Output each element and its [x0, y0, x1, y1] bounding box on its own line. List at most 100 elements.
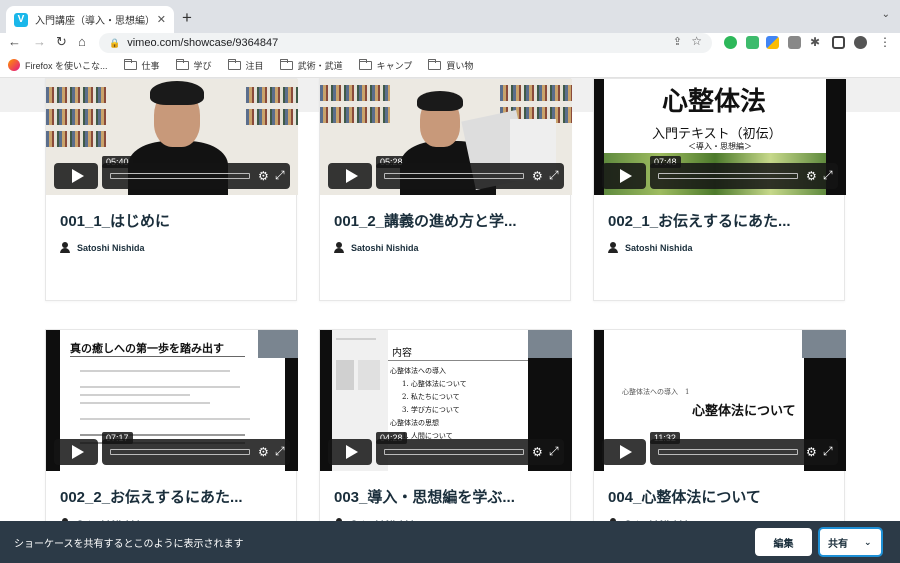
fullscreen-icon[interactable]: ⤢ [823, 168, 833, 182]
video-thumbnail[interactable]: 05:40 ⚙ ⤢ [46, 79, 298, 195]
slide-title: 心整体法について [692, 404, 796, 419]
video-thumbnail[interactable]: 真の癒しへの第一歩を踏み出す 07:17 ⚙ ⤢ [46, 330, 298, 471]
video-title[interactable]: 002_1_お伝えするにあた... [608, 210, 791, 231]
video-owner[interactable]: Satoshi Nishida [608, 242, 693, 253]
video-thumbnail[interactable]: 内容 心整体法への導入 1. 心整体法について 2. 私たちについて 3. 学び… [320, 330, 572, 471]
play-icon [619, 445, 632, 459]
play-button[interactable] [602, 163, 646, 189]
video-owner[interactable]: Satoshi Nishida [60, 242, 145, 253]
bookshelf [320, 107, 390, 123]
browser-menu-icon[interactable]: ⋮ [879, 36, 892, 49]
progress-bar[interactable] [110, 449, 250, 455]
progress-bar[interactable] [384, 449, 524, 455]
reload-icon[interactable]: ↻ [56, 34, 67, 50]
bookmark-folder-work[interactable]: 仕事 [123, 58, 160, 72]
player-controls: ⚙ ⤢ [102, 163, 290, 189]
user-icon [608, 242, 618, 253]
bookmark-folder-learning[interactable]: 学び [175, 58, 212, 72]
settings-gear-icon[interactable]: ⚙ [532, 169, 543, 183]
play-icon [345, 445, 358, 459]
slide-rule [388, 360, 528, 361]
home-icon[interactable]: ⌂ [78, 34, 86, 49]
feedly-extension-icon[interactable] [746, 36, 759, 49]
profile-avatar[interactable] [854, 36, 867, 49]
video-title[interactable]: 004_心整体法について [608, 486, 761, 507]
fullscreen-icon[interactable]: ⤢ [275, 168, 285, 182]
progress-bar[interactable] [110, 173, 250, 179]
settings-gear-icon[interactable]: ⚙ [258, 169, 269, 183]
person-hair [150, 81, 204, 105]
evernote-extension-icon[interactable] [724, 36, 737, 49]
drive-extension-icon[interactable] [766, 36, 779, 49]
forward-icon[interactable]: → [33, 34, 46, 49]
person-hair [417, 91, 463, 111]
video-owner[interactable]: Satoshi Nishida [334, 242, 419, 253]
bookmark-folder-camping[interactable]: キャンプ [358, 58, 412, 72]
settings-gear-icon[interactable]: ⚙ [258, 445, 269, 459]
banner-text: ショーケースを共有するとこのように表示されます [14, 538, 244, 550]
slide-text-line [80, 394, 190, 396]
video-title[interactable]: 002_2_お伝えするにあた... [60, 486, 243, 507]
play-button[interactable] [54, 439, 98, 465]
video-title[interactable]: 003_導入・思想編を学ぶ... [334, 486, 515, 507]
url-text: vimeo.com/showcase/9364847 [127, 37, 279, 49]
new-tab-icon[interactable]: + [182, 8, 192, 28]
fullscreen-icon[interactable]: ⤢ [823, 444, 833, 458]
bookmark-folder-martial-arts[interactable]: 武術・武道 [279, 58, 343, 72]
fullscreen-icon[interactable]: ⤢ [275, 444, 285, 458]
folder-icon [279, 58, 293, 70]
extensions-puzzle-icon[interactable]: ✱ [810, 36, 823, 49]
side-panel-icon[interactable] [832, 36, 845, 49]
tab-search-chevron-icon[interactable]: ⌄ [882, 9, 890, 20]
settings-gear-icon[interactable]: ⚙ [806, 169, 817, 183]
tab-title: 入門講座（導入・思想編） on Vimeo [35, 16, 153, 27]
tab-close-icon[interactable]: ✕ [157, 13, 166, 26]
download-extension-icon[interactable] [788, 36, 801, 49]
video-thumbnail[interactable]: 心整体法への導入 1 心整体法について 11:32 ⚙ ⤢ [594, 330, 846, 471]
player-controls: ⚙ ⤢ [376, 163, 564, 189]
play-button[interactable] [54, 163, 98, 189]
video-thumbnail[interactable]: 05:28 ⚙ ⤢ [320, 79, 572, 195]
video-card[interactable]: 05:28 ⚙ ⤢ 001_2_講義の進め方と学... Satoshi Nish… [319, 78, 572, 301]
play-button[interactable] [328, 439, 372, 465]
address-bar[interactable]: 🔒 vimeo.com/showcase/9364847 ⇪ ☆ [99, 33, 712, 53]
fullscreen-icon[interactable]: ⤢ [549, 444, 559, 458]
video-title[interactable]: 001_2_講義の進め方と学... [334, 210, 517, 231]
settings-gear-icon[interactable]: ⚙ [532, 445, 543, 459]
user-icon [60, 242, 70, 253]
video-card[interactable]: 心整体法 入門テキスト（初伝） ＜導入・思想編＞ 07:48 ⚙ ⤢ 002_1… [593, 78, 846, 301]
play-button[interactable] [328, 163, 372, 189]
bookmark-star-icon[interactable]: ☆ [691, 34, 702, 48]
slide-text-line [80, 370, 230, 372]
player-controls: ⚙ ⤢ [650, 439, 838, 465]
user-icon [334, 242, 344, 253]
browser-tab[interactable]: V 入門講座（導入・思想編） on Vimeo ✕ [6, 6, 174, 33]
bookshelf [320, 85, 390, 101]
browser-toolbar: ← → ↻ ⌂ 🔒 vimeo.com/showcase/9364847 ⇪ ☆… [0, 33, 900, 53]
slide-item: 心整体法の思想 [390, 419, 439, 427]
share-button[interactable]: 共有 ⌄ [818, 527, 883, 557]
video-thumbnail[interactable]: 心整体法 入門テキスト（初伝） ＜導入・思想編＞ 07:48 ⚙ ⤢ [594, 79, 846, 195]
bookmark-folder-shopping[interactable]: 買い物 [428, 58, 473, 72]
folder-icon [123, 58, 137, 70]
slide-title: 内容 [392, 348, 412, 359]
settings-gear-icon[interactable]: ⚙ [806, 445, 817, 459]
lock-icon: 🔒 [109, 37, 121, 48]
video-title[interactable]: 001_1_はじめに [60, 210, 170, 231]
video-card[interactable]: 05:40 ⚙ ⤢ 001_1_はじめに Satoshi Nishida [45, 78, 298, 301]
share-page-icon[interactable]: ⇪ [673, 35, 682, 48]
edit-button[interactable]: 編集 [755, 528, 812, 556]
progress-bar[interactable] [384, 173, 524, 179]
bookmark-folder-featured[interactable]: 注目 [227, 58, 264, 72]
progress-bar[interactable] [658, 449, 798, 455]
back-icon[interactable]: ← [8, 34, 21, 49]
fullscreen-icon[interactable]: ⤢ [549, 168, 559, 182]
slide-small-text: 心整体法への導入 1 [622, 388, 690, 396]
sidebar-line [336, 338, 376, 340]
chevron-down-icon: ⌄ [864, 536, 872, 547]
play-button[interactable] [602, 439, 646, 465]
progress-bar[interactable] [658, 173, 798, 179]
bookshelf [46, 109, 106, 125]
bookmark-firefox[interactable]: Firefox を使いこな... [8, 59, 108, 72]
tab-strip: V 入門講座（導入・思想編） on Vimeo ✕ + ⌄ [0, 0, 900, 33]
